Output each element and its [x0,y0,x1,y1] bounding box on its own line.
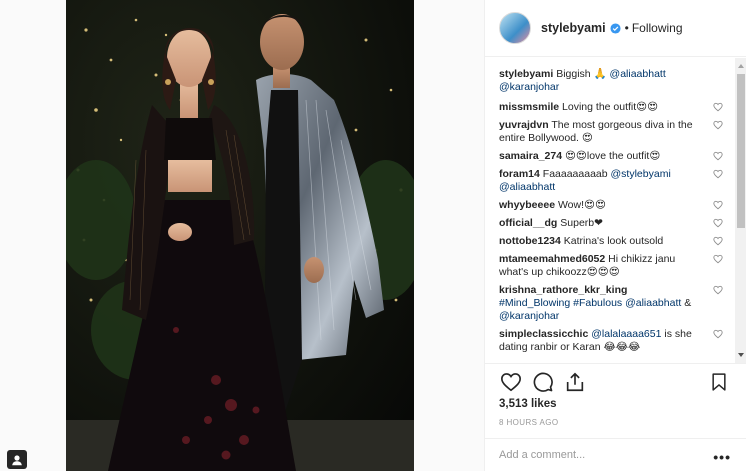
comment-username[interactable]: mtameemahmed6052 [499,253,605,265]
comment-mention[interactable]: @lalalaaaa651 [591,328,661,340]
comment-text: Superb❤ [557,217,603,229]
comment-item: whyybeeee Wow!😍😍 [499,199,723,212]
comment-like-heart-icon[interactable] [713,120,723,130]
comment-item: stylebyami Biggish 🙏 @aliaabhatt @karanj… [499,68,723,94]
comment-username[interactable]: krishna_rathore_kkr_king [499,284,627,296]
post-details-panel: stylebyami • Following stylebyami Biggis… [484,0,746,471]
header-username[interactable]: stylebyami [541,21,606,35]
post-timestamp[interactable]: 8 HOURS AGO [499,418,559,427]
comment-item: missmsmile Loving the outfit😍😍 [499,101,723,114]
comment-text: 😍😍love the outfit😍 [562,150,661,162]
post-actions [485,363,746,399]
comment-mention[interactable]: #Mind_Blowing #Fabulous @aliaabhatt [499,297,681,309]
comment-item: official__dg Superb❤ [499,217,723,230]
like-button[interactable] [499,370,523,394]
more-options-icon[interactable]: ••• [713,449,731,465]
comment-username[interactable]: simpleclassicchic [499,328,588,340]
comment-username[interactable]: nottobe1234 [499,235,561,247]
instagram-post-view: stylebyami • Following stylebyami Biggis… [0,0,746,471]
comment-button[interactable] [531,370,555,394]
photo-illustration [66,0,414,471]
save-button[interactable] [707,370,731,394]
likes-count[interactable]: 3,513 likes [499,398,557,410]
comment-mention[interactable]: @karanjohar [499,310,559,322]
comment-like-heart-icon[interactable] [713,236,723,246]
speech-bubble-icon [533,372,553,392]
verified-badge-icon [610,22,621,34]
comment-like-heart-icon[interactable] [713,329,723,339]
share-button[interactable] [563,370,587,394]
comment-text: Biggish 🙏 [553,68,610,80]
comment-like-heart-icon[interactable] [713,169,723,179]
comment-like-heart-icon[interactable] [713,285,723,295]
bookmark-icon [712,373,726,391]
header-separator: • [624,21,629,35]
comment-item: samaira_274 😍😍love the outfit😍 [499,150,723,163]
comment-text: Katrina's look outsold [560,235,664,247]
comments-list[interactable]: stylebyami Biggish 🙏 @aliaabhatt @karanj… [485,58,735,363]
comment-item: mtameemahmed6052 Hi chikizz janu what's … [499,253,723,279]
comment-input[interactable] [499,449,699,461]
comment-item: foram14 Faaaaaaaaab @stylebyami @aliaabh… [499,168,723,194]
comment-like-heart-icon[interactable] [713,102,723,112]
comment-username[interactable]: yuvrajdvn [499,119,549,131]
comment-text: Loving the outfit😍😍 [559,101,659,113]
contact-card-button[interactable] [7,450,27,469]
comment-username[interactable]: foram14 [499,168,540,180]
comment-item: nottobe1234 Katrina's look outsold [499,235,723,248]
comment-like-heart-icon[interactable] [713,254,723,264]
comment-username[interactable]: official__dg [499,217,557,229]
comment-text: & [681,297,692,309]
comment-username[interactable]: missmsmile [499,101,559,113]
comment-item: simpleclassicchic @lalalaaaa651 is she d… [499,328,723,354]
comment-text: Faaaaaaaaab [539,168,611,180]
comment-item: krishna_rathore_kkr_king #Mind_Blowing #… [499,284,723,323]
following-button[interactable]: Following [632,21,683,35]
avatar[interactable] [499,12,531,44]
comments-scrollbar[interactable] [735,58,746,363]
comment-item: yuvrajdvn The most gorgeous diva in the … [499,119,723,145]
post-photo[interactable] [66,0,414,471]
scroll-thumb[interactable] [737,74,745,228]
add-comment-bar: ••• [485,438,746,471]
comment-text: Wow!😍😍 [555,199,606,211]
comment-like-heart-icon[interactable] [713,200,723,210]
comment-username[interactable]: whyybeeee [499,199,555,211]
share-upload-icon [566,372,584,391]
contact-card-icon [12,454,22,465]
post-header: stylebyami • Following [485,0,746,57]
comment-username[interactable]: stylebyami [499,68,553,80]
scroll-down-arrow-icon[interactable] [738,353,744,357]
left-gutter [0,0,66,471]
comment-like-heart-icon[interactable] [713,218,723,228]
scroll-up-arrow-icon[interactable] [738,64,744,68]
heart-outline-icon [501,372,521,391]
comment-username[interactable]: samaira_274 [499,150,562,162]
comment-like-heart-icon[interactable] [713,151,723,161]
